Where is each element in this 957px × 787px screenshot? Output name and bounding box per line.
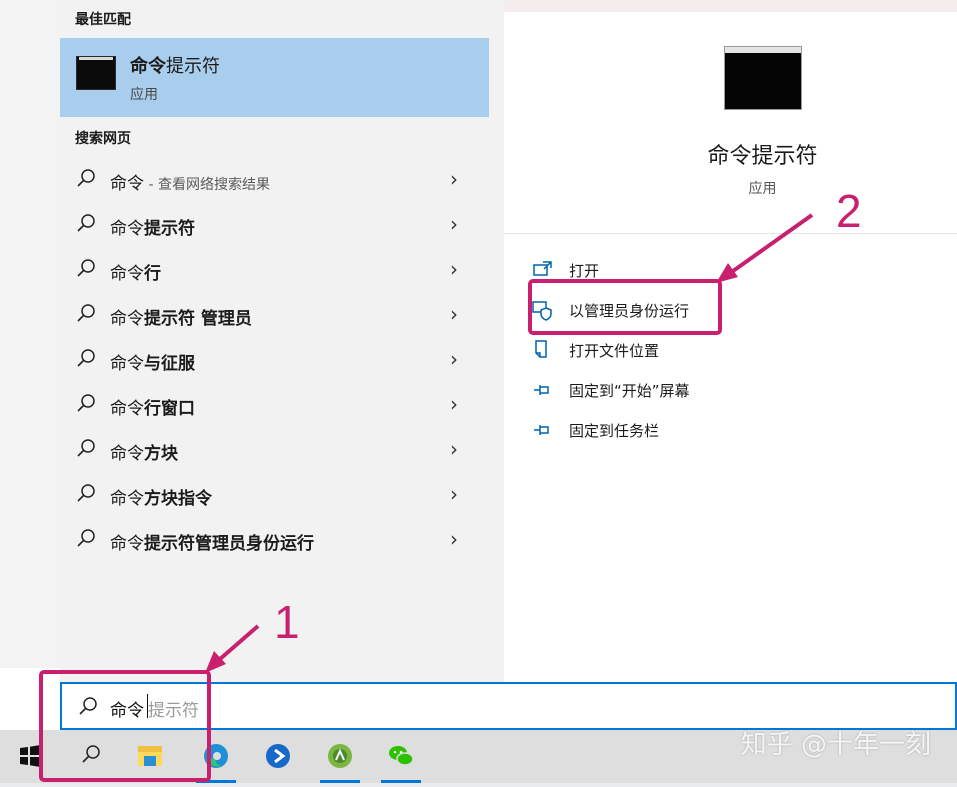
annotation-arrow-2 — [724, 213, 814, 278]
annotation-number-1: 1 — [274, 596, 300, 648]
annotation-number-2: 2 — [836, 185, 862, 237]
annotation-arrowhead-2 — [716, 263, 738, 283]
annotation-arrows — [205, 213, 814, 673]
